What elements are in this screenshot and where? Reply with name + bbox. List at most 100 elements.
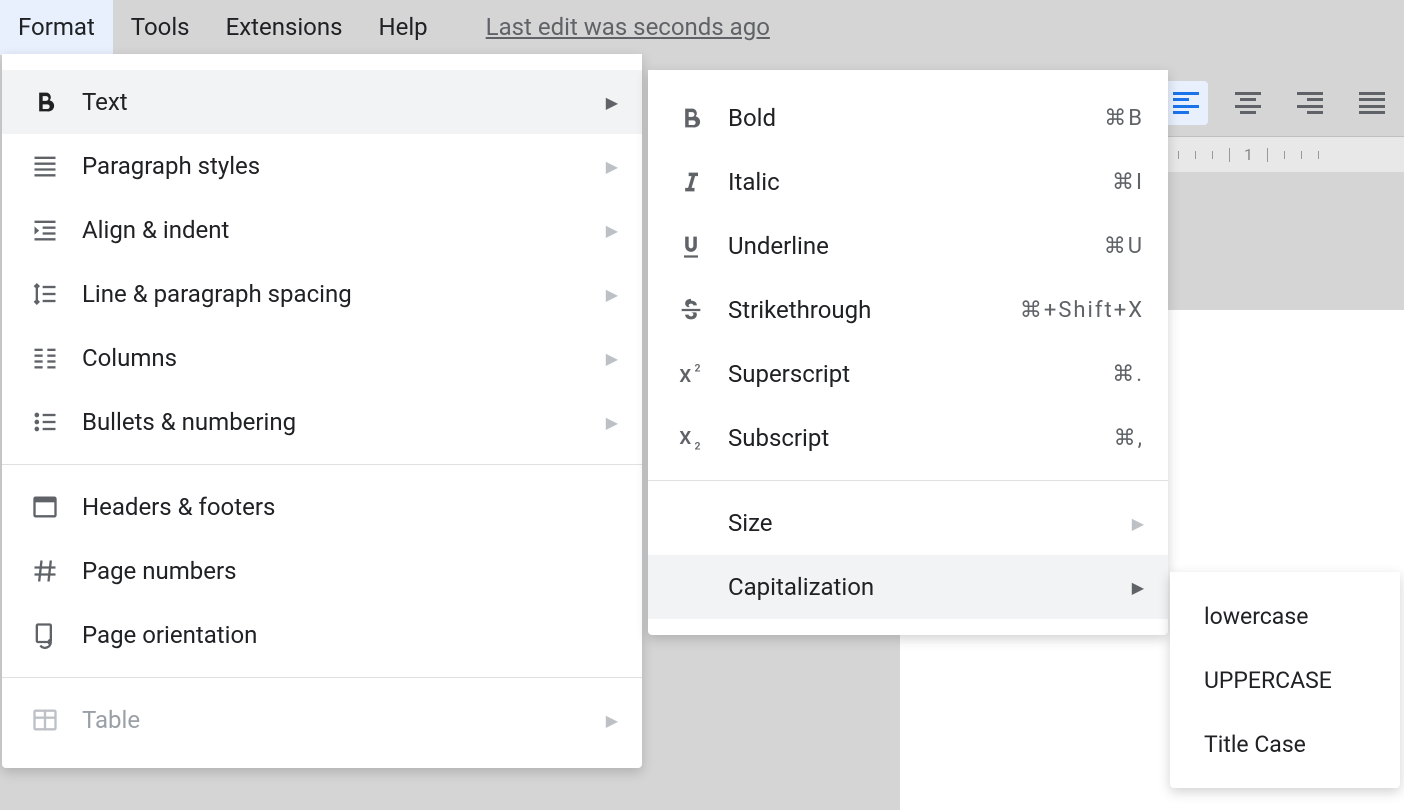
- menu-item-superscript-shortcut: ⌘.: [1112, 362, 1144, 387]
- align-center-icon: [1235, 92, 1261, 114]
- page-orientation-icon: [26, 621, 64, 649]
- menu-item-paragraph-styles[interactable]: Paragraph styles ▶: [2, 134, 642, 198]
- svg-text:2: 2: [695, 362, 701, 375]
- menu-item-subscript[interactable]: X2 Subscript ⌘,: [648, 406, 1168, 470]
- superscript-icon: X2: [672, 360, 710, 388]
- menu-item-columns-label: Columns: [82, 344, 606, 372]
- menu-item-underline-shortcut: ⌘U: [1104, 234, 1144, 259]
- menu-item-text[interactable]: Text ▶: [2, 70, 642, 134]
- svg-text:2: 2: [695, 440, 701, 452]
- chevron-right-icon: ▶: [606, 221, 618, 240]
- menu-help[interactable]: Help: [361, 0, 446, 55]
- menu-item-bullets-numbering[interactable]: Bullets & numbering ▶: [2, 390, 642, 454]
- paragraph-styles-icon: [26, 152, 64, 180]
- menu-extensions[interactable]: Extensions: [208, 0, 361, 55]
- menu-item-size-label: Size: [728, 509, 1132, 537]
- menu-item-underline[interactable]: Underline ⌘U: [648, 214, 1168, 278]
- text-submenu: Bold ⌘B Italic ⌘I Underline ⌘U Strikethr…: [648, 70, 1168, 635]
- menu-item-subscript-shortcut: ⌘,: [1114, 426, 1144, 451]
- bold-icon: [672, 104, 710, 132]
- capitalization-submenu: lowercase UPPERCASE Title Case: [1170, 572, 1400, 788]
- menu-divider: [648, 480, 1168, 481]
- align-center-button[interactable]: [1226, 81, 1270, 125]
- menu-tools[interactable]: Tools: [113, 0, 208, 55]
- menu-item-superscript-label: Superscript: [728, 360, 1112, 388]
- chevron-right-icon: ▶: [606, 349, 618, 368]
- subscript-icon: X2: [672, 424, 710, 452]
- last-edit-label: Last edit was seconds ago: [486, 13, 770, 41]
- menu-item-line-spacing[interactable]: Line & paragraph spacing ▶: [2, 262, 642, 326]
- chevron-right-icon: ▶: [606, 711, 618, 730]
- underline-icon: [672, 232, 710, 260]
- menu-item-headers-footers[interactable]: Headers & footers: [2, 475, 642, 539]
- columns-icon: [26, 344, 64, 372]
- align-left-icon: [1173, 92, 1199, 114]
- chevron-right-icon: ▶: [606, 413, 618, 432]
- align-left-button[interactable]: [1164, 81, 1208, 125]
- chevron-right-icon: ▶: [1132, 514, 1144, 533]
- menu-item-text-label: Text: [82, 88, 606, 116]
- menu-item-align-indent-label: Align & indent: [82, 216, 606, 244]
- menu-item-align-indent[interactable]: Align & indent ▶: [2, 198, 642, 262]
- menu-item-lowercase-label: lowercase: [1204, 603, 1372, 630]
- menu-item-capitalization[interactable]: Capitalization ▶: [648, 555, 1168, 619]
- align-right-button[interactable]: [1288, 81, 1332, 125]
- menu-item-strikethrough[interactable]: Strikethrough ⌘+Shift+X: [648, 278, 1168, 342]
- menu-item-size[interactable]: Size ▶: [648, 491, 1168, 555]
- line-spacing-icon: [26, 280, 64, 308]
- menu-item-page-orientation-label: Page orientation: [82, 621, 618, 649]
- chevron-right-icon: ▶: [606, 93, 618, 112]
- menu-item-titlecase-label: Title Case: [1204, 731, 1372, 758]
- chevron-right-icon: ▶: [606, 157, 618, 176]
- page-numbers-icon: [26, 557, 64, 585]
- headers-footers-icon: [26, 493, 64, 521]
- menu-item-table[interactable]: Table ▶: [2, 688, 642, 752]
- menu-item-page-numbers[interactable]: Page numbers: [2, 539, 642, 603]
- menu-item-uppercase-label: UPPERCASE: [1204, 667, 1372, 694]
- menubar: Format Tools Extensions Help Last edit w…: [0, 0, 1404, 54]
- svg-text:X: X: [679, 365, 691, 387]
- format-dropdown: Text ▶ Paragraph styles ▶ Align & indent…: [2, 54, 642, 768]
- ruler: 1: [1164, 136, 1404, 172]
- menu-item-columns[interactable]: Columns ▶: [2, 326, 642, 390]
- menu-item-table-label: Table: [82, 706, 606, 734]
- menu-format[interactable]: Format: [0, 0, 113, 55]
- menu-item-uppercase[interactable]: UPPERCASE: [1170, 648, 1400, 712]
- menu-item-bullets-numbering-label: Bullets & numbering: [82, 408, 606, 436]
- bullets-numbering-icon: [26, 408, 64, 436]
- menu-item-capitalization-label: Capitalization: [728, 573, 1132, 601]
- menu-item-italic-label: Italic: [728, 168, 1112, 196]
- svg-text:X: X: [679, 427, 691, 449]
- menu-item-underline-label: Underline: [728, 232, 1104, 260]
- menu-tools-label: Tools: [131, 13, 190, 41]
- menu-item-page-numbers-label: Page numbers: [82, 557, 618, 585]
- menu-item-bold[interactable]: Bold ⌘B: [648, 86, 1168, 150]
- strikethrough-icon: [672, 296, 710, 324]
- menu-item-italic[interactable]: Italic ⌘I: [648, 150, 1168, 214]
- align-justify-icon: [1359, 92, 1385, 114]
- menu-item-strikethrough-label: Strikethrough: [728, 296, 1020, 324]
- last-edit-link[interactable]: Last edit was seconds ago: [486, 13, 770, 41]
- chevron-right-icon: ▶: [1132, 578, 1144, 597]
- align-right-icon: [1297, 92, 1323, 114]
- ruler-label: 1: [1244, 145, 1253, 164]
- table-icon: [26, 706, 64, 734]
- menu-item-line-spacing-label: Line & paragraph spacing: [82, 280, 606, 308]
- align-indent-icon: [26, 216, 64, 244]
- menu-help-label: Help: [379, 13, 428, 41]
- menu-format-label: Format: [18, 13, 95, 41]
- align-justify-button[interactable]: [1350, 81, 1394, 125]
- italic-icon: [672, 168, 710, 196]
- menu-item-italic-shortcut: ⌘I: [1112, 170, 1144, 195]
- menu-extensions-label: Extensions: [226, 13, 343, 41]
- menu-item-lowercase[interactable]: lowercase: [1170, 584, 1400, 648]
- menu-item-superscript[interactable]: X2 Superscript ⌘.: [648, 342, 1168, 406]
- toolbar-alignment-group: [1154, 70, 1404, 136]
- chevron-right-icon: ▶: [606, 285, 618, 304]
- bold-icon: [26, 88, 64, 116]
- menu-divider: [2, 464, 642, 465]
- menu-item-titlecase[interactable]: Title Case: [1170, 712, 1400, 776]
- menu-item-strikethrough-shortcut: ⌘+Shift+X: [1020, 298, 1144, 323]
- menu-item-subscript-label: Subscript: [728, 424, 1114, 452]
- menu-item-page-orientation[interactable]: Page orientation: [2, 603, 642, 667]
